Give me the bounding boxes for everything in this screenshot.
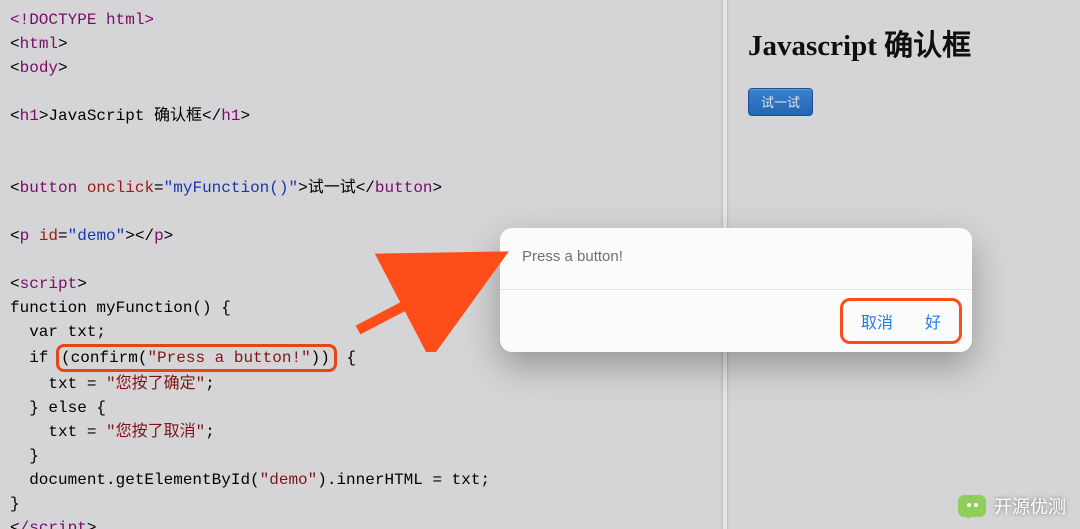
code-str: "您按了取消" — [106, 423, 205, 441]
code-line: txt = — [10, 423, 106, 441]
try-it-button[interactable]: 试一试 — [748, 88, 813, 116]
code-token: script — [20, 275, 78, 293]
code-line: ).innerHTML = txt; — [317, 471, 490, 489]
dialog-message: Press a button! — [500, 228, 972, 289]
preview-heading: Javascript 确认框 — [748, 22, 1062, 64]
code-line: function myFunction() { — [10, 299, 231, 317]
code-line: var txt; — [10, 323, 106, 341]
code-line: ; — [205, 375, 215, 393]
code-token: button — [375, 179, 433, 197]
confirm-dialog: Press a button! 取消 好 — [500, 228, 972, 352]
code-token: html — [20, 35, 58, 53]
code-str: "Press a button!" — [147, 349, 310, 367]
code-line: if — [10, 349, 58, 367]
code-line: txt = — [10, 375, 106, 393]
wechat-icon — [958, 495, 986, 517]
code-token: <!DOCTYPE html> — [10, 11, 154, 29]
code-line: ; — [205, 423, 215, 441]
dialog-ok-button[interactable]: 好 — [911, 303, 955, 339]
code-token: p — [20, 227, 30, 245]
code-attr: onclick — [87, 179, 154, 197]
code-token: h1 — [221, 107, 240, 125]
code-attr: id — [39, 227, 58, 245]
highlighted-dialog-buttons: 取消 好 — [840, 298, 962, 344]
dialog-cancel-button[interactable]: 取消 — [847, 303, 907, 339]
code-str: "您按了确定" — [106, 375, 205, 393]
code-token: p — [154, 227, 164, 245]
code-token: body — [20, 59, 58, 77]
code-str: "demo" — [68, 227, 126, 245]
code-token: /script — [20, 519, 87, 529]
watermark-text: 开源优测 — [994, 493, 1066, 519]
watermark: 开源优测 — [958, 493, 1066, 519]
code-str: "demo" — [260, 471, 318, 489]
code-token: h1 — [20, 107, 39, 125]
code-str: "myFunction()" — [164, 179, 298, 197]
code-line: } — [10, 495, 20, 513]
code-text: 试一试 — [308, 179, 356, 197]
highlighted-confirm-expression: (confirm("Press a button!")) — [56, 344, 337, 372]
code-line: } — [10, 447, 39, 465]
code-token: button — [20, 179, 78, 197]
code-line: { — [337, 349, 356, 367]
code-line: document.getElementById( — [10, 471, 260, 489]
code-text: JavaScript 确认框 — [48, 107, 202, 125]
dialog-button-bar: 取消 好 — [500, 289, 972, 352]
code-line: } else { — [10, 399, 106, 417]
